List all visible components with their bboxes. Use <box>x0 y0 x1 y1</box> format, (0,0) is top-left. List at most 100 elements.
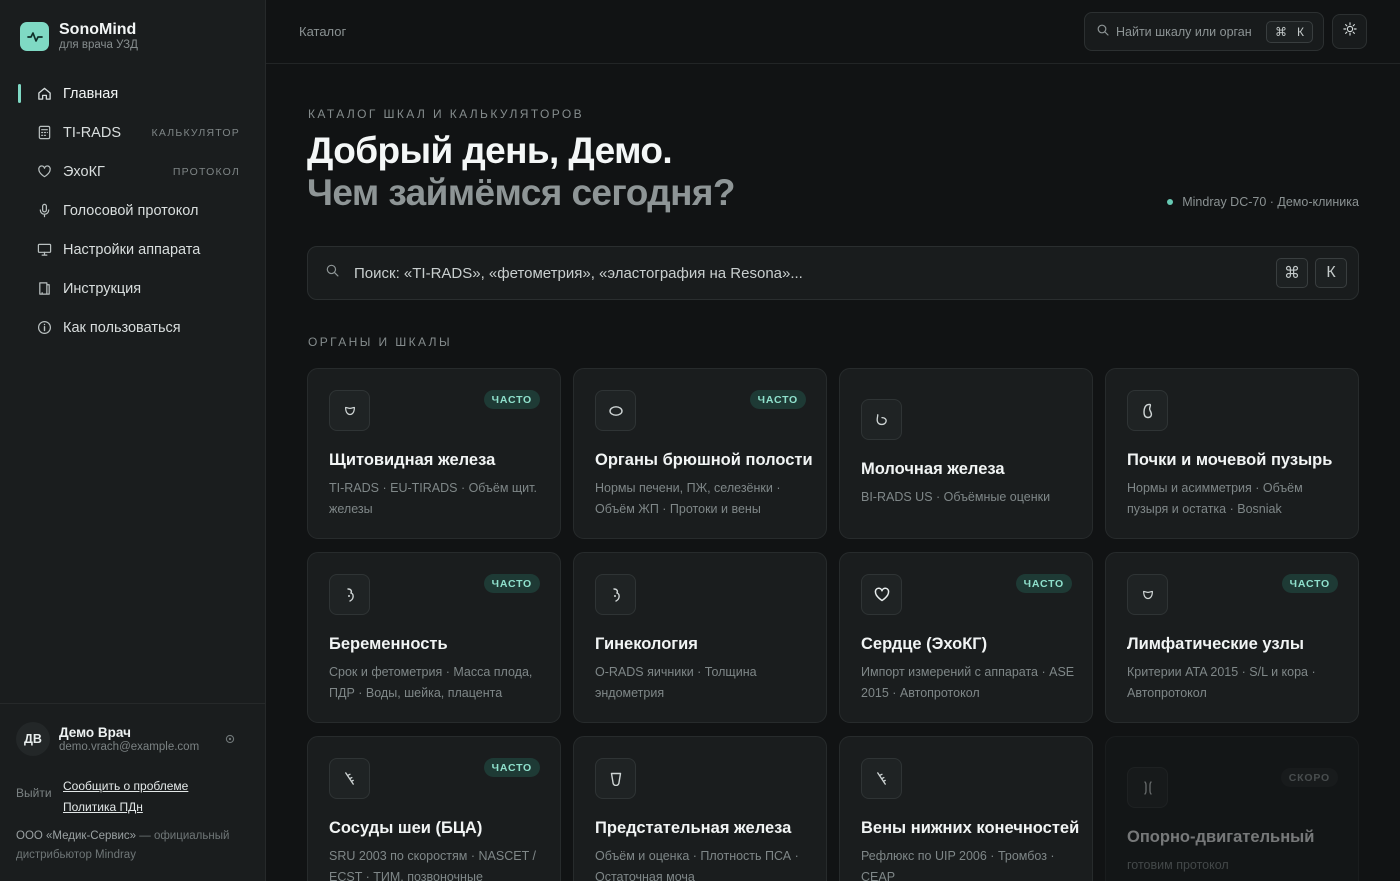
greeting-title: Добрый день, Демо. <box>307 130 673 171</box>
home-icon <box>36 86 52 102</box>
brand-subtitle: для врача УЗД <box>59 39 138 51</box>
frequent-badge: ЧАСТО <box>483 758 540 777</box>
card-title: Органы брюшной полости <box>595 451 813 469</box>
catalog-eyebrow: КАТАЛОГ ШКАЛ И КАЛЬКУЛЯТОРОВ <box>308 107 585 121</box>
card-title: Молочная железа <box>861 460 1005 478</box>
sidebar-item-label: Инструкция <box>63 280 142 297</box>
sidebar-item-manual[interactable]: Инструкция <box>0 269 266 308</box>
sidebar-item-home[interactable]: Главная <box>0 74 266 113</box>
card-description: Нормы печени, ПЖ, селезёнки · Объём ЖП ·… <box>595 481 781 516</box>
user-email: demo.vrach@example.com <box>59 740 200 753</box>
gear-icon[interactable] <box>224 732 236 750</box>
book-icon <box>36 281 52 297</box>
sidebar-item-how-to[interactable]: Как пользоваться <box>0 308 266 347</box>
card-gynecology[interactable]: Гинекология O-RADS яичники · Толщина энд… <box>573 552 827 723</box>
sidebar-item-voice[interactable]: Голосовой протокол <box>0 191 266 230</box>
card-musculoskeletal[interactable]: СКОРО Опорно-двигательный готовим проток… <box>1105 736 1359 881</box>
monitor-icon <box>36 242 52 258</box>
vein-icon <box>861 758 902 799</box>
sidebar-item-tirads[interactable]: TI-RADS КАЛЬКУЛЯТОР <box>0 113 266 152</box>
card-description: Нормы и асимметрия · Объём пузыря и оста… <box>1127 481 1303 516</box>
status-dot-icon <box>1167 199 1174 205</box>
logout-button[interactable]: Выйти <box>16 786 52 800</box>
card-neck-vessels[interactable]: ЧАСТО Сосуды шеи (БЦА) SRU 2003 по скоро… <box>307 736 561 881</box>
card-description: Рефлюкс по UIP 2006 · Тромбоз · CEAP <box>861 849 1055 881</box>
breadcrumb[interactable]: Каталог <box>299 24 346 39</box>
section-title: ОРГАНЫ И ШКАЛЫ <box>308 335 452 349</box>
sidebar-item-label: ЭхоКГ <box>63 163 105 180</box>
k-key: К <box>1315 258 1347 288</box>
breast-icon <box>861 399 902 440</box>
card-description: Импорт измерений с аппарата · ASE 2015 ·… <box>861 665 1075 700</box>
card-thyroid[interactable]: ЧАСТО Щитовидная железа TI-RADS · EU-TIR… <box>307 368 561 539</box>
shortcut-hint: ⌘ К <box>1266 21 1313 43</box>
avatar: ДВ <box>16 722 50 756</box>
sidebar-item-label: Голосовой протокол <box>63 202 199 219</box>
sidebar-item-label: Настройки аппарата <box>63 241 201 258</box>
sidebar-item-badge: КАЛЬКУЛЯТОР <box>151 126 240 139</box>
device-label: Mindray DC-70 · Демо-клиника <box>1182 195 1359 209</box>
frequent-badge: ЧАСТО <box>483 390 540 409</box>
prostate-icon <box>595 758 636 799</box>
user-profile[interactable]: ДВ Демо Врач demo.vrach@example.com <box>16 722 246 756</box>
card-description: SRU 2003 по скоростям · NASCET / ECST · … <box>329 849 536 881</box>
sidebar-item-label: TI-RADS <box>63 124 121 141</box>
brand[interactable]: SonoMind для врача УЗД <box>20 21 138 52</box>
card-leg-veins[interactable]: Вены нижних конечностей Рефлюкс по UIP 2… <box>839 736 1093 881</box>
sidebar: SonoMind для врача УЗД Главная TI-RADS К… <box>0 0 266 881</box>
company-name: ООО «Медик-Сервис» <box>16 830 137 842</box>
gynecology-icon <box>595 574 636 615</box>
card-title: Почки и мочевой пузырь <box>1127 451 1333 469</box>
kidney-icon <box>1127 390 1168 431</box>
pregnancy-icon <box>329 574 370 615</box>
card-pregnancy[interactable]: ЧАСТО Беременность Срок и фетометрия · М… <box>307 552 561 723</box>
topbar: Каталог Найти шкалу или орган ⌘ К <box>266 0 1400 64</box>
sidebar-item-device-settings[interactable]: Настройки аппарата <box>0 230 266 269</box>
card-heart[interactable]: ЧАСТО Сердце (ЭхоКГ) Импорт измерений с … <box>839 552 1093 723</box>
frequent-badge: ЧАСТО <box>1281 574 1338 593</box>
privacy-policy-link[interactable]: Политика ПДн <box>63 800 143 814</box>
card-breast[interactable]: Молочная железа BI-RADS US · Объёмные оц… <box>839 368 1093 539</box>
heart-icon <box>861 574 902 615</box>
card-prostate[interactable]: Предстательная железа Объём и оценка · П… <box>573 736 827 881</box>
top-search-button[interactable]: Найти шкалу или орган ⌘ К <box>1084 12 1324 51</box>
device-status: Mindray DC-70 · Демо-клиника <box>1167 195 1359 209</box>
theme-toggle-button[interactable] <box>1332 14 1367 49</box>
calculator-icon <box>36 125 52 141</box>
heart-icon <box>36 164 52 180</box>
card-title: Сердце (ЭхоКГ) <box>861 635 988 653</box>
card-description: Критерии ATA 2015 · S/L и кора · Автопро… <box>1127 665 1316 700</box>
frequent-badge: ЧАСТО <box>1015 574 1072 593</box>
report-problem-link[interactable]: Сообщить о проблеме <box>63 779 188 793</box>
sun-icon <box>1342 22 1357 41</box>
card-title: Вены нижних конечностей <box>861 819 1080 837</box>
card-title: Лимфатические узлы <box>1127 635 1304 653</box>
frequent-badge: ЧАСТО <box>749 390 806 409</box>
card-lymph-nodes[interactable]: ЧАСТО Лимфатические узлы Критерии ATA 20… <box>1105 552 1359 723</box>
card-description: O-RADS яичники · Толщина эндометрия <box>595 665 757 700</box>
greeting-subtitle: Чем займёмся сегодня? <box>307 172 735 213</box>
sidebar-item-badge: ПРОТОКОЛ <box>172 165 240 178</box>
card-description: готовим протокол <box>1127 858 1229 872</box>
card-description: TI-RADS · EU-TIRADS · Объём щит. железы <box>329 481 537 516</box>
card-description: BI-RADS US · Объёмные оценки <box>861 490 1051 504</box>
sidebar-item-label: Главная <box>63 85 119 102</box>
microphone-icon <box>36 203 52 219</box>
search-input[interactable] <box>354 253 1276 293</box>
card-abdomen[interactable]: ЧАСТО Органы брюшной полости Нормы печен… <box>573 368 827 539</box>
card-kidneys[interactable]: Почки и мочевой пузырь Нормы и асимметри… <box>1105 368 1359 539</box>
card-title: Сосуды шеи (БЦА) <box>329 819 483 837</box>
brand-name: SonoMind <box>59 21 137 38</box>
search-icon <box>1097 23 1109 41</box>
pulse-logo-icon <box>20 22 49 51</box>
sidebar-item-echo[interactable]: ЭхоКГ ПРОТОКОЛ <box>0 152 266 191</box>
search-icon <box>326 264 339 282</box>
command-key: ⌘ <box>1276 258 1308 288</box>
main-search: ⌘ К <box>307 246 1359 300</box>
frequent-badge: ЧАСТО <box>483 574 540 593</box>
k-key: К <box>1297 25 1304 39</box>
sidebar-divider <box>0 703 266 704</box>
card-title: Гинекология <box>595 635 698 653</box>
bone-icon <box>1127 767 1168 808</box>
card-title: Щитовидная железа <box>329 451 496 469</box>
